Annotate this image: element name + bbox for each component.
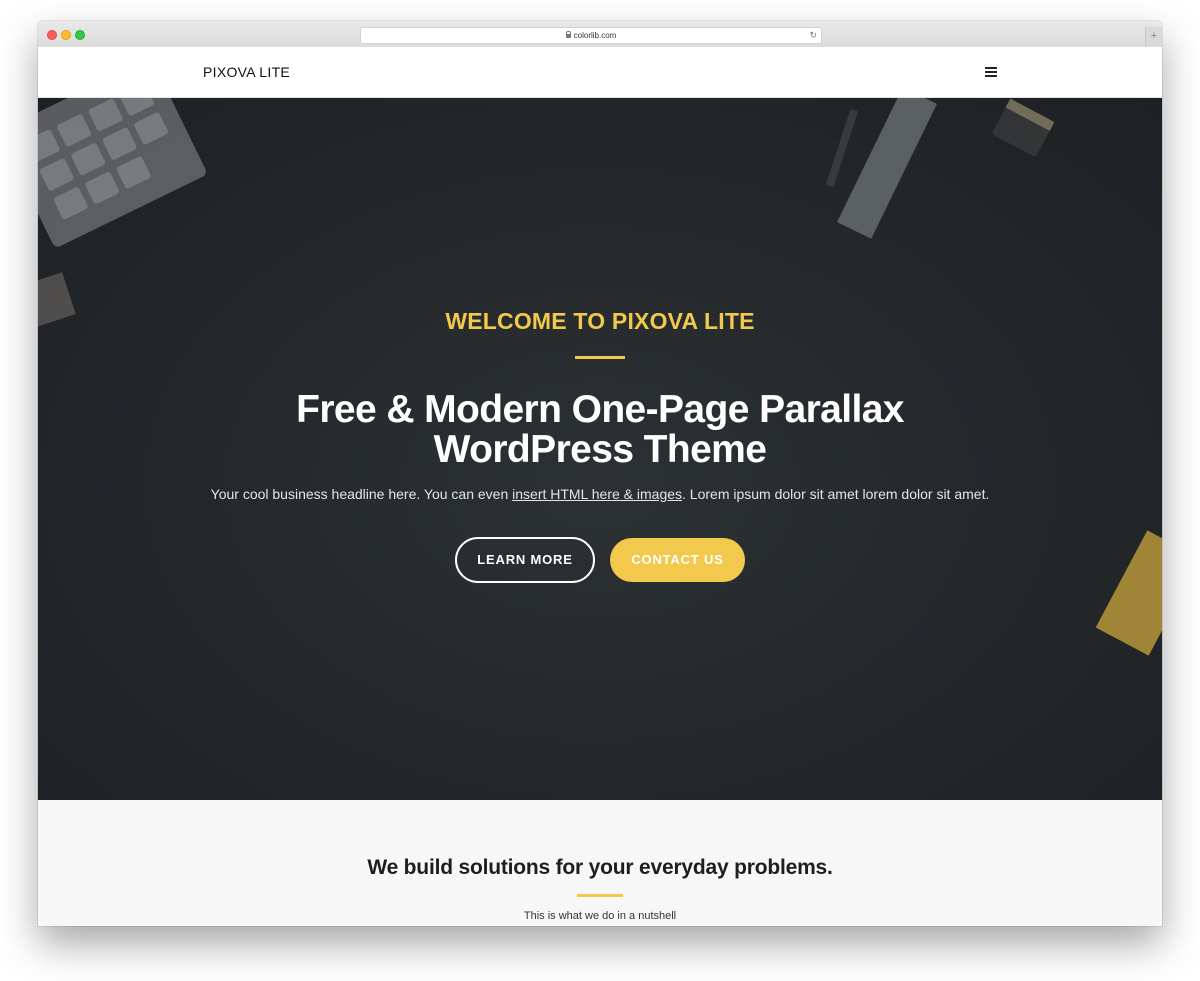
hero-eyebrow: WELCOME TO PIXOVA LITE bbox=[445, 308, 755, 334]
notepad-decoration bbox=[1095, 530, 1162, 656]
site-header: PIXOVA LITE bbox=[38, 47, 1162, 98]
browser-toolbar: colorlib.com ↻ + bbox=[38, 21, 1162, 48]
hero-subtitle-text: Your cool business headline here. You ca… bbox=[210, 486, 513, 502]
hero-divider bbox=[575, 356, 625, 359]
close-window-button[interactable] bbox=[47, 30, 57, 40]
eraser-decoration bbox=[991, 98, 1055, 158]
lock-icon bbox=[565, 31, 572, 38]
section-title: We build solutions for your everyday pro… bbox=[367, 856, 833, 879]
address-bar[interactable]: colorlib.com ↻ bbox=[360, 27, 822, 44]
site-logo[interactable]: PIXOVA LITE bbox=[203, 64, 290, 80]
url-text: colorlib.com bbox=[573, 31, 617, 40]
learn-more-button[interactable]: LEARN MORE bbox=[455, 537, 595, 583]
hero-subtitle: Your cool business headline here. You ca… bbox=[38, 486, 1162, 502]
hero-title: Free & Modern One-Page Parallax WordPres… bbox=[178, 390, 1022, 470]
hero-title-line2: WordPress Theme bbox=[433, 428, 767, 471]
hamburger-icon[interactable] bbox=[985, 67, 997, 77]
hero-title-line1: Free & Modern One-Page Parallax bbox=[296, 388, 904, 431]
zoom-window-button[interactable] bbox=[75, 30, 85, 40]
new-tab-button[interactable]: + bbox=[1145, 27, 1162, 46]
pencil-decoration bbox=[825, 108, 859, 188]
contact-us-button[interactable]: CONTACT US bbox=[610, 538, 745, 582]
hero-section: WELCOME TO PIXOVA LITE Free & Modern One… bbox=[38, 98, 1162, 800]
services-section: We build solutions for your everyday pro… bbox=[38, 800, 1162, 926]
section-divider bbox=[577, 894, 623, 897]
minimize-window-button[interactable] bbox=[61, 30, 71, 40]
reload-icon[interactable]: ↻ bbox=[809, 28, 817, 43]
browser-window: colorlib.com ↻ + PIXOVA LITE WELCOME TO … bbox=[38, 21, 1162, 926]
section-subtitle: This is what we do in a nutshell bbox=[523, 910, 677, 922]
hero-subtitle-link[interactable]: insert HTML here & images bbox=[512, 486, 682, 502]
keyboard-decoration bbox=[38, 98, 208, 249]
hero-subtitle-text-end: . Lorem ipsum dolor sit amet lorem dolor… bbox=[682, 486, 990, 502]
